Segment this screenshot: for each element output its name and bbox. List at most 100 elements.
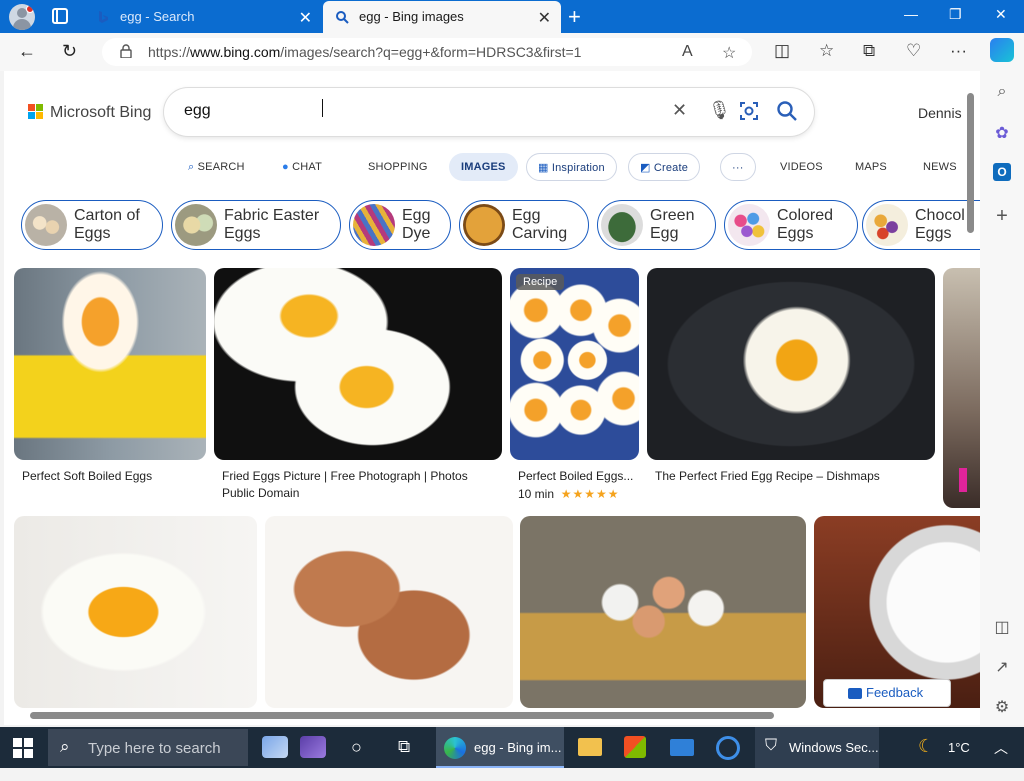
tab-search[interactable]: ⌕ SEARCH	[188, 153, 245, 181]
rating-stars: ★★★★★	[560, 487, 620, 501]
windows-start-icon[interactable]	[13, 738, 33, 758]
split-screen-icon[interactable]: ◫	[774, 41, 790, 61]
related-chip-egg-dye[interactable]: Egg Dye	[349, 200, 451, 250]
tab-close-icon[interactable]: ✕	[538, 8, 551, 28]
lock-icon	[120, 44, 132, 58]
feedback-button[interactable]: Feedback	[823, 679, 951, 707]
tab-egg-bing-images[interactable]: egg - Bing images ✕	[323, 1, 561, 33]
result-image-poached-egg[interactable]	[14, 516, 257, 708]
tab-shopping[interactable]: SHOPPING	[368, 153, 428, 181]
search-icon	[336, 11, 349, 24]
related-chip-fabric-easter-eggs[interactable]: Fabric Easter Eggs	[171, 200, 341, 250]
result-caption[interactable]: Perfect Soft Boiled Eggs	[22, 468, 208, 485]
visual-search-icon[interactable]	[739, 101, 759, 121]
feedback-icon	[848, 688, 862, 699]
shield-icon: ⛉	[765, 737, 778, 754]
new-tab-icon[interactable]: +	[568, 4, 581, 30]
tab-news[interactable]: NEWS	[923, 153, 957, 181]
app-icon[interactable]	[300, 736, 326, 758]
result-caption[interactable]: Fried Eggs Picture | Free Photograph | P…	[222, 468, 492, 502]
user-name[interactable]: Dennis	[918, 105, 962, 121]
favorites-icon[interactable]: ☆	[819, 41, 834, 61]
taskbar-edge[interactable]: egg - Bing im...	[436, 727, 564, 768]
copilot-sidebar-icon[interactable]: ✿	[993, 123, 1011, 142]
related-chip-chocolate-eggs[interactable]: Chocol Eggs	[862, 200, 980, 250]
tab-actions-icon[interactable]	[52, 8, 68, 24]
related-chip-carton-of-eggs[interactable]: Carton of Eggs	[21, 200, 163, 250]
clear-icon[interactable]: ✕	[672, 100, 687, 121]
page-viewport: Microsoft Bing egg ✕ 🎙 Dennis ⌕ SEARCH ●…	[4, 71, 980, 725]
browser-essentials-icon[interactable]: ♡	[906, 41, 921, 61]
recipe-badge: Recipe	[516, 274, 565, 290]
favorite-star-icon[interactable]: ☆	[722, 43, 736, 63]
related-chip-egg-carving[interactable]: Egg Carving	[459, 200, 589, 250]
result-caption[interactable]: Perfect Boiled Eggs...	[518, 468, 643, 485]
tab-egg-search[interactable]: egg - Search ✕	[84, 1, 322, 33]
tab-close-icon[interactable]: ✕	[299, 8, 312, 28]
related-chip-green-egg[interactable]: Green Egg	[597, 200, 716, 250]
taskbar-search[interactable]: ⌕ Type here to search	[48, 729, 248, 766]
result-image-boiled-eggs[interactable]: Recipe	[510, 268, 639, 460]
collections-icon[interactable]: ⧉	[863, 41, 875, 61]
back-icon[interactable]: ←	[18, 41, 36, 62]
edge-icon	[444, 737, 466, 759]
restore-icon[interactable]: ❐	[949, 6, 962, 23]
tab-chat[interactable]: ● CHAT	[282, 153, 322, 181]
widgets-icon[interactable]	[262, 736, 288, 758]
store-icon[interactable]	[624, 736, 646, 758]
chevron-up-icon[interactable]: ︿	[994, 738, 1008, 779]
taskbar-windows-security[interactable]: ⛉ Windows Sec...	[755, 727, 879, 768]
chrome-icon[interactable]	[716, 736, 740, 760]
edge-sidebar: ⌕ ✿ O + ◫ ↗ ⚙	[980, 71, 1024, 725]
mail-icon[interactable]	[670, 739, 694, 756]
tab-more[interactable]: ···	[720, 153, 756, 181]
horizontal-scrollbar[interactable]	[30, 712, 774, 719]
search-input[interactable]: egg	[184, 102, 211, 120]
minimize-icon[interactable]: —	[904, 6, 918, 22]
refresh-icon[interactable]: ↻	[62, 41, 77, 62]
url-text: https://www.bing.com/images/search?q=egg…	[148, 44, 582, 60]
search-icon[interactable]: ⌕	[993, 83, 1011, 101]
microphone-icon[interactable]: 🎙	[708, 100, 731, 121]
result-caption[interactable]: The Perfect Fried Egg Recipe – Dishmaps	[655, 468, 935, 485]
close-window-icon[interactable]: ✕	[995, 6, 1007, 23]
tab-maps[interactable]: MAPS	[855, 153, 887, 181]
address-bar[interactable]: https://www.bing.com/images/search?q=egg…	[102, 38, 752, 66]
browser-title-bar: egg - Search ✕ egg - Bing images ✕ + — ❐…	[0, 0, 1024, 33]
file-explorer-icon[interactable]	[578, 738, 602, 756]
result-image-brown-eggs[interactable]	[265, 516, 513, 708]
settings-more-icon[interactable]: ···	[950, 41, 967, 61]
result-cook-time: 10 min ★★★★★	[518, 487, 620, 501]
sidebar-toggle-icon[interactable]: ◫	[993, 617, 1011, 636]
task-view-icon[interactable]: ⧉	[398, 737, 410, 778]
vertical-scrollbar[interactable]	[967, 93, 974, 233]
text-cursor	[322, 99, 323, 117]
tab-videos[interactable]: VIDEOS	[780, 153, 823, 181]
tab-inspiration[interactable]: ▦ Inspiration	[526, 153, 617, 181]
result-image-perfect-fried-egg[interactable]	[647, 268, 935, 460]
copilot-icon[interactable]	[990, 38, 1014, 62]
tab-create[interactable]: ◩ Create	[628, 153, 701, 181]
tab-label: egg - Search	[120, 9, 195, 24]
read-aloud-icon[interactable]: A	[682, 43, 693, 61]
search-icon[interactable]	[776, 100, 798, 122]
result-image-fried-eggs[interactable]	[214, 268, 502, 460]
outlook-icon[interactable]: O	[993, 163, 1011, 181]
related-chip-colored-eggs[interactable]: Colored Eggs	[724, 200, 858, 250]
bing-logo-text[interactable]: Microsoft Bing	[50, 104, 151, 122]
search-icon: ⌕	[60, 737, 70, 756]
navigation-bar: ← ↻ https://www.bing.com/images/search?q…	[0, 33, 1024, 71]
result-image-partial[interactable]	[943, 268, 980, 508]
windows-taskbar: ⌕ Type here to search ○ ⧉ egg - Bing im.…	[0, 727, 1024, 768]
add-icon[interactable]: +	[993, 205, 1011, 227]
result-image-egg-basket[interactable]	[520, 516, 806, 708]
moon-weather-icon: ☾	[918, 736, 935, 756]
weather-temperature[interactable]: 1°C	[948, 740, 970, 781]
gear-icon[interactable]: ⚙	[993, 697, 1011, 716]
tab-images[interactable]: IMAGES	[449, 153, 518, 181]
profile-avatar[interactable]	[9, 4, 35, 30]
search-box[interactable]: egg ✕ 🎙	[164, 88, 814, 136]
open-external-icon[interactable]: ↗	[993, 657, 1011, 676]
cortana-icon[interactable]: ○	[351, 737, 362, 778]
result-image-soft-boiled-eggs[interactable]	[14, 268, 206, 460]
